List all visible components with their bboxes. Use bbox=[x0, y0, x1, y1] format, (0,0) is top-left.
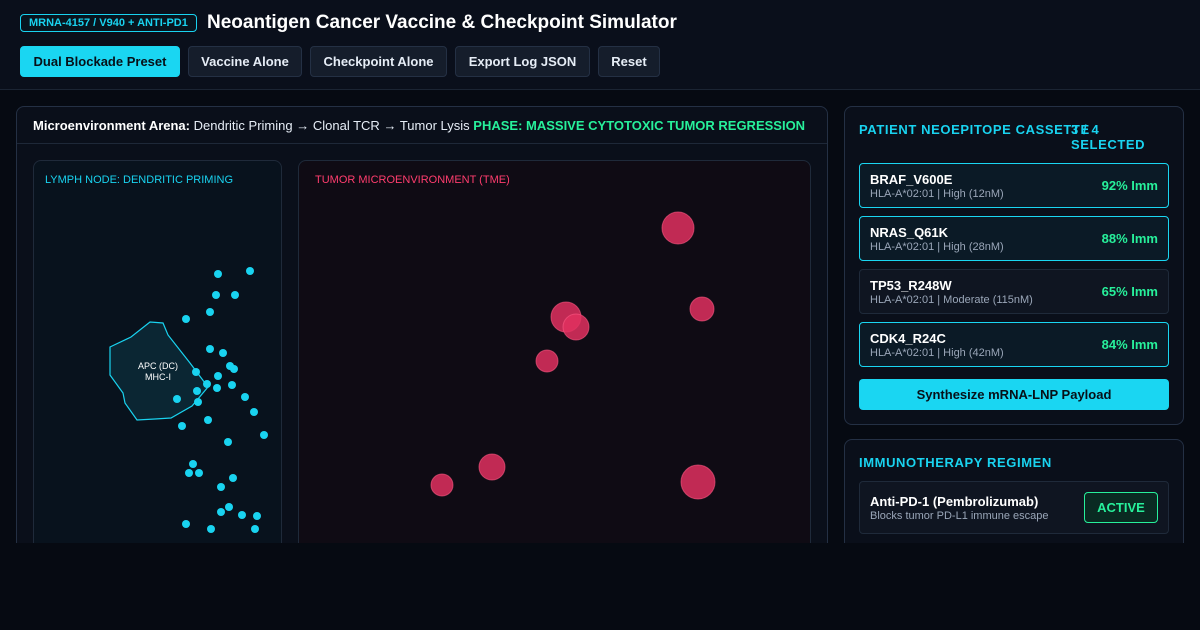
tumor-cell bbox=[680, 464, 716, 500]
phase-status: PHASE: MASSIVE CYTOTOXIC TUMOR REGRESSIO… bbox=[473, 118, 806, 133]
arena-status-bar: Microenvironment Arena: Dendritic Primin… bbox=[17, 107, 827, 144]
t-cell bbox=[189, 460, 197, 468]
epitope-card-nras[interactable]: NRAS_Q61K HLA-A*02:01 | High (28nM) 88% … bbox=[859, 216, 1169, 261]
epitope-immunogenicity: 92% Imm bbox=[1101, 178, 1158, 193]
arrow-icon: → bbox=[296, 118, 310, 133]
regimen-item-description: Blocks tumor PD-L1 immune escape bbox=[870, 510, 1049, 522]
epitope-immunogenicity: 84% Imm bbox=[1101, 337, 1158, 352]
dual-blockade-preset-button[interactable]: Dual Blockade Preset bbox=[20, 46, 180, 77]
epitope-name: BRAF_V600E bbox=[870, 172, 953, 187]
cassette-title-text: PATIENT NEOEPITOPE CASSETTE bbox=[859, 122, 1090, 137]
t-cell bbox=[206, 345, 214, 353]
t-cell bbox=[217, 483, 225, 491]
mhc-label: MHC-I bbox=[145, 372, 171, 382]
tumor-cell bbox=[562, 313, 590, 341]
epitope-hla-affinity: HLA-A*02:01 | High (28nM) bbox=[870, 241, 1004, 253]
neoepitope-cassette-panel: PATIENT NEOEPITOPE CASSETTE 3 / 4 SELECT… bbox=[844, 106, 1184, 425]
regimen-title: IMMUNOTHERAPY REGIMEN bbox=[859, 455, 1052, 470]
page-title: Neoantigen Cancer Vaccine & Checkpoint S… bbox=[207, 12, 677, 33]
t-cell bbox=[246, 267, 254, 275]
t-cell bbox=[217, 508, 225, 516]
arrow-icon: → bbox=[383, 118, 397, 133]
epitope-hla-affinity: HLA-A*02:01 | High (12nM) bbox=[870, 188, 1004, 200]
t-cell bbox=[178, 422, 186, 430]
t-cell bbox=[250, 408, 258, 416]
t-cell bbox=[230, 365, 238, 373]
arena-step-tcr: Clonal TCR bbox=[312, 118, 380, 133]
reset-button[interactable]: Reset bbox=[598, 46, 660, 77]
regimen-badge: MRNA-4157 / V940 + ANTI-PD1 bbox=[20, 14, 197, 32]
t-cell bbox=[204, 416, 212, 424]
regimen-item-name: Anti-PD-1 (Pembrolizumab) bbox=[870, 494, 1039, 509]
t-cell bbox=[173, 395, 181, 403]
arena-step-lysis: Tumor Lysis bbox=[399, 118, 470, 133]
regimen-active-toggle[interactable]: ACTIVE bbox=[1084, 492, 1158, 523]
t-cell bbox=[229, 474, 237, 482]
app-header: MRNA-4157 / V940 + ANTI-PD1 Neoantigen C… bbox=[0, 0, 1200, 90]
epitope-hla-affinity: HLA-A*02:01 | High (42nM) bbox=[870, 347, 1004, 359]
t-cell bbox=[182, 520, 190, 528]
t-cell bbox=[213, 384, 221, 392]
tumor-microenvironment-zone: TUMOR MICROENVIRONMENT (TME) bbox=[298, 160, 811, 565]
t-cell bbox=[212, 291, 220, 299]
synthesize-payload-button[interactable]: Synthesize mRNA-LNP Payload bbox=[859, 379, 1169, 410]
t-cell bbox=[194, 398, 202, 406]
epitope-name: TP53_R248W bbox=[870, 278, 952, 293]
epitope-card-braf[interactable]: BRAF_V600E HLA-A*02:01 | High (12nM) 92%… bbox=[859, 163, 1169, 208]
t-cell bbox=[193, 387, 201, 395]
t-cell bbox=[260, 431, 268, 439]
t-cell bbox=[241, 393, 249, 401]
t-cell bbox=[238, 511, 246, 519]
selected-count: 3 / 4 SELECTED bbox=[1071, 122, 1145, 152]
tumor-cell bbox=[661, 211, 695, 245]
t-cell bbox=[203, 380, 211, 388]
epitope-card-cdk4[interactable]: CDK4_R24C HLA-A*02:01 | High (42nM) 84% … bbox=[859, 322, 1169, 367]
epitope-immunogenicity: 65% Imm bbox=[1101, 284, 1158, 299]
tumor-cell bbox=[535, 349, 559, 373]
tumor-cell bbox=[430, 473, 454, 497]
t-cell bbox=[207, 525, 215, 533]
tumor-cell bbox=[478, 453, 506, 481]
t-cell bbox=[206, 308, 214, 316]
t-cell bbox=[214, 270, 222, 278]
regimen-item-anti-pd1: Anti-PD-1 (Pembrolizumab) Blocks tumor P… bbox=[859, 481, 1169, 534]
tme-canvas bbox=[430, 211, 716, 500]
lymph-node-zone: LYMPH NODE: DENDRITIC PRIMING APC (DC) M… bbox=[33, 160, 282, 565]
arena-label: Microenvironment Arena: bbox=[33, 118, 190, 133]
epitope-card-tp53[interactable]: TP53_R248W HLA-A*02:01 | Moderate (115nM… bbox=[859, 269, 1169, 314]
epitope-immunogenicity: 88% Imm bbox=[1101, 231, 1158, 246]
lymph-node-canvas: APC (DC) MHC-I bbox=[109, 267, 268, 533]
t-cell bbox=[225, 503, 233, 511]
microenvironment-arena: Microenvironment Arena: Dendritic Primin… bbox=[16, 106, 828, 566]
t-cell bbox=[251, 525, 259, 533]
selected-count-label: SELECTED bbox=[1071, 137, 1146, 152]
t-cell bbox=[219, 349, 227, 357]
checkpoint-alone-button[interactable]: Checkpoint Alone bbox=[310, 46, 447, 77]
epitope-hla-affinity: HLA-A*02:01 | Moderate (115nM) bbox=[870, 294, 1033, 306]
t-cell bbox=[253, 512, 261, 520]
t-cell bbox=[182, 315, 190, 323]
selected-count-value: 3 / 4 bbox=[1071, 122, 1100, 137]
t-cell bbox=[228, 381, 236, 389]
tumor-cell bbox=[689, 296, 715, 322]
epitope-name: NRAS_Q61K bbox=[870, 225, 949, 240]
t-cell bbox=[192, 368, 200, 376]
t-cell bbox=[195, 469, 203, 477]
viewport-bottom bbox=[0, 543, 1200, 630]
t-cell bbox=[231, 291, 239, 299]
t-cell bbox=[214, 372, 222, 380]
export-log-json-button[interactable]: Export Log JSON bbox=[455, 46, 590, 77]
vaccine-alone-button[interactable]: Vaccine Alone bbox=[188, 46, 302, 77]
arena-step-dendritic: Dendritic Priming bbox=[193, 118, 293, 133]
cassette-title: PATIENT NEOEPITOPE CASSETTE bbox=[859, 122, 1090, 137]
t-cell bbox=[224, 438, 232, 446]
epitope-name: CDK4_R24C bbox=[870, 331, 946, 346]
apc-label: APC (DC) bbox=[138, 361, 178, 371]
t-cell bbox=[185, 469, 193, 477]
